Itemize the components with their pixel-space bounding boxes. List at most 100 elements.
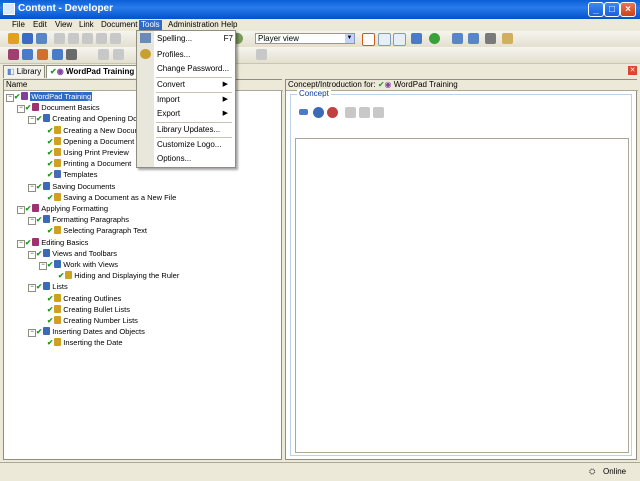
move-up-icon[interactable] [98, 49, 109, 60]
tree-node-label: Saving Documents [52, 181, 116, 191]
section-icon[interactable] [37, 49, 48, 60]
menu-item-change-password[interactable]: Change Password... [157, 63, 229, 75]
outline-icon: ◉ [56, 67, 64, 76]
module-icon[interactable] [22, 49, 33, 60]
menu-edit[interactable]: Edit [31, 20, 49, 30]
tree-node[interactable]: ✔ WordPad Training [14, 92, 93, 102]
tree-expander[interactable]: − [6, 94, 14, 102]
menu-item-convert[interactable]: Convert ▶ [157, 79, 233, 91]
delete-icon[interactable] [96, 33, 107, 44]
preview-icon[interactable] [373, 107, 384, 118]
topic-icon [65, 271, 73, 280]
tree-node[interactable]: ✔ Lists [36, 282, 68, 292]
menu-help[interactable]: Help [219, 20, 239, 30]
close-button[interactable]: × [620, 2, 636, 17]
tree-node[interactable]: ✔ Creating Number Lists [47, 316, 138, 326]
globe-icon[interactable] [313, 107, 324, 118]
menu-item-spelling[interactable]: Spelling... F7 [157, 33, 233, 45]
chevron-down-icon[interactable]: ▼ [345, 34, 354, 43]
tree-node[interactable]: ✔ Templates [47, 170, 97, 180]
tree-expander[interactable]: − [17, 105, 25, 114]
tree-expander[interactable]: − [28, 284, 36, 293]
tree-node[interactable]: ✔ Printing a Document [47, 159, 131, 169]
tree-node[interactable]: ✔ Inserting the Date [47, 338, 123, 348]
tree-node[interactable]: ✔ Creating and Opening Doc [36, 114, 141, 124]
tree-expander[interactable]: − [39, 262, 47, 270]
link-icon[interactable] [299, 109, 308, 115]
outline-icon[interactable] [8, 49, 19, 60]
menu-item-spelling-label: Spelling... [157, 34, 193, 43]
tree-expander[interactable]: − [17, 239, 25, 248]
menu-file[interactable]: File [10, 20, 27, 30]
tree-node[interactable]: ✔ Editing Basics [25, 237, 88, 248]
move-down-icon[interactable] [113, 49, 124, 60]
delete-link-icon[interactable] [327, 107, 338, 118]
toolbar-extra-icon[interactable] [256, 49, 267, 60]
tree-node[interactable]: ✔ Creating Bullet Lists [47, 304, 130, 315]
open-icon[interactable] [8, 33, 19, 44]
menu-item-import[interactable]: Import ▶ [157, 94, 233, 106]
tree-node[interactable]: ✔ Hiding and Displaying the Ruler [58, 271, 179, 281]
tree-node[interactable]: ✔ Creating a New Docum [47, 125, 141, 136]
tree-expander[interactable]: − [28, 183, 36, 192]
tab-library[interactable]: ◧ Library [3, 65, 46, 78]
topic-icon[interactable] [52, 49, 63, 60]
tree-node-label: Creating and Opening Doc [52, 114, 142, 124]
tree-node[interactable]: ✔ Saving Documents [36, 181, 116, 192]
menu-item-export[interactable]: Export ▶ [157, 108, 233, 120]
copy-icon[interactable] [68, 33, 79, 44]
menu-separator [156, 92, 232, 93]
tree-node-label: Creating Bullet Lists [63, 304, 130, 314]
tree-expander[interactable]: − [17, 206, 25, 214]
publish-icon[interactable] [452, 33, 463, 44]
edit-icon[interactable] [345, 107, 356, 118]
tree-expander[interactable]: − [28, 250, 36, 259]
tree-node[interactable]: ✔ Saving a Document as a New File [47, 192, 176, 203]
menu-item-profiles[interactable]: Profiles... [157, 49, 190, 61]
tree-node[interactable]: ✔ Document Basics [25, 103, 100, 113]
menu-link[interactable]: Link [77, 20, 96, 30]
refresh-icon[interactable] [429, 33, 440, 44]
tree-node[interactable]: ✔ Selecting Paragraph Text [47, 226, 147, 236]
tree-node[interactable]: ✔ Creating Outlines [47, 293, 121, 304]
menu-item-options[interactable]: Options... [157, 153, 191, 165]
check-out-icon[interactable] [485, 33, 496, 44]
tree-node[interactable]: ✔ Inserting Dates and Objects [36, 327, 145, 337]
paste-icon[interactable] [82, 33, 93, 44]
save-all-icon[interactable] [36, 33, 47, 44]
view-select[interactable]: Player view ▼ [255, 33, 355, 44]
menu-administration[interactable]: Administration [166, 20, 221, 30]
insert-icon[interactable] [66, 49, 77, 60]
cut-icon[interactable] [54, 33, 65, 44]
minimize-button[interactable]: _ [588, 2, 604, 17]
settings-icon[interactable] [359, 107, 370, 118]
tree-node[interactable]: ✔ Opening a Document [47, 136, 134, 147]
tree-node[interactable]: ✔ Applying Formatting [25, 204, 108, 214]
undo-icon[interactable] [110, 33, 121, 44]
menu-view[interactable]: View [53, 20, 74, 30]
properties-icon[interactable] [411, 33, 422, 44]
tree-expander[interactable]: − [28, 217, 36, 226]
menu-item-library-updates[interactable]: Library Updates... [157, 124, 220, 136]
layout-3-icon[interactable] [393, 33, 406, 46]
close-panel-icon[interactable]: ✕ [628, 66, 637, 75]
layout-2-icon[interactable] [378, 33, 391, 46]
menu-document[interactable]: Document [99, 20, 139, 30]
layout-1-icon[interactable] [362, 33, 375, 46]
check-in-icon[interactable] [468, 33, 479, 44]
tree-node[interactable]: ✔ Formatting Paragraphs [36, 215, 129, 225]
lock-icon[interactable] [502, 33, 513, 44]
concept-editor[interactable] [295, 138, 629, 453]
maximize-button[interactable]: □ [604, 2, 620, 17]
module-icon [32, 204, 40, 212]
save-icon[interactable] [22, 33, 33, 44]
tree-node[interactable]: ✔ Work with Views [47, 260, 118, 270]
tree-node[interactable]: ✔ Using Print Preview [47, 148, 129, 158]
tab-wordpad-training[interactable]: ✔◉ WordPad Training ✕ [46, 65, 148, 78]
submenu-arrow-icon: ▶ [222, 96, 228, 103]
tree-node[interactable]: ✔ Views and Toolbars [36, 248, 117, 259]
menu-item-customize-logo[interactable]: Customize Logo... [157, 139, 221, 151]
tree-expander[interactable]: − [28, 329, 36, 338]
tree-expander[interactable]: − [28, 116, 36, 125]
menu-tools[interactable]: Tools [139, 20, 162, 30]
